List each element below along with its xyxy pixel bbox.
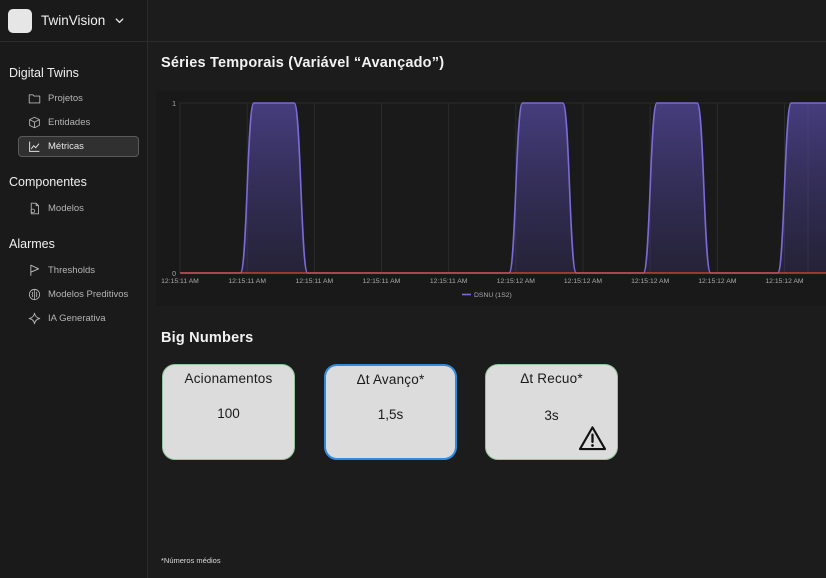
big-number-card-dt-recuo[interactable]: Δt Recuo* 3s xyxy=(485,364,618,460)
big-number-card-acionamentos[interactable]: Acionamentos 100 xyxy=(162,364,295,460)
sidebar-item-label: Projetos xyxy=(48,93,83,104)
model-file-icon xyxy=(30,202,40,215)
app-name: TwinVision xyxy=(41,13,106,28)
big-number-value: 1,5s xyxy=(377,407,404,422)
sidebar: TwinVision Digital Twins Projetos Entida… xyxy=(0,0,148,578)
timeseries-chart[interactable]: 0 1 12:15:11 AM 12:15:11 AM 12:15:11 AM 12:15… xyxy=(156,91,826,306)
top-bar xyxy=(148,0,826,42)
sidebar-item-modelos-preditivos[interactable]: Modelos Preditivos xyxy=(18,284,139,305)
cube-icon xyxy=(29,116,40,129)
workspace-switcher[interactable]: TwinVision xyxy=(0,0,147,42)
big-number-value: 100 xyxy=(217,406,240,421)
y-tick-label: 1 xyxy=(172,101,176,108)
big-number-value: 3s xyxy=(544,408,559,423)
footnote: *Números médios xyxy=(161,556,221,565)
sidebar-item-modelos[interactable]: Modelos xyxy=(18,198,139,219)
x-tick-label: 12:15:11 AM xyxy=(228,278,266,285)
x-tick-label: 12:15:12 AM xyxy=(698,278,737,285)
y-tick-label: 0 xyxy=(172,271,176,278)
folder-icon xyxy=(28,94,41,104)
chevron-down-icon xyxy=(115,18,124,24)
sidebar-item-label: Métricas xyxy=(48,141,84,152)
section-title-alarmes: Alarmes xyxy=(9,237,55,251)
brain-icon xyxy=(28,288,41,301)
x-tick-label: 12:15:11 AM xyxy=(295,278,333,285)
legend-label: DSNU (1S2) xyxy=(474,292,512,299)
sidebar-item-label: Entidades xyxy=(48,117,91,128)
sidebar-item-label: Modelos Preditivos xyxy=(48,289,129,300)
sidebar-item-metricas[interactable]: Métricas xyxy=(18,136,139,157)
big-numbers-title: Big Numbers xyxy=(161,330,254,346)
x-tick-label: 12:15:12 AM xyxy=(564,278,603,285)
chart-svg: 0 1 12:15:11 AM 12:15:11 AM 12:15:11 AM 12:15… xyxy=(161,101,826,299)
big-number-label: Acionamentos xyxy=(184,371,273,386)
x-tick-label: 12:15:11 AM xyxy=(161,278,199,285)
big-number-card-dt-avanco[interactable]: Δt Avanço* 1,5s xyxy=(324,364,457,460)
warning-triangle-icon xyxy=(578,426,607,451)
flag-icon xyxy=(30,264,40,276)
sparkle-icon xyxy=(28,312,41,325)
x-tick-label: 12:15:11 AM xyxy=(363,278,401,285)
x-tick-label: 12:15:12 AM xyxy=(631,278,670,285)
sidebar-item-label: Thresholds xyxy=(48,265,95,276)
app-logo xyxy=(8,8,32,33)
main-content: Séries Temporais (Variável “Avançado”) 0… xyxy=(148,43,826,578)
sidebar-item-thresholds[interactable]: Thresholds xyxy=(18,260,139,281)
sidebar-item-label: Modelos xyxy=(48,203,84,214)
sidebar-item-entidades[interactable]: Entidades xyxy=(18,112,139,133)
sidebar-item-ia-generativa[interactable]: IA Generativa xyxy=(18,308,139,329)
big-number-label: Δt Recuo* xyxy=(520,371,583,386)
x-tick-label: 12:15:11 AM xyxy=(430,278,468,285)
big-number-label: Δt Avanço* xyxy=(356,372,425,387)
sidebar-item-projetos[interactable]: Projetos xyxy=(18,88,139,109)
section-title-digital-twins: Digital Twins xyxy=(9,66,79,80)
x-tick-label: 12:15:12 AM xyxy=(497,278,536,285)
sidebar-item-label: IA Generativa xyxy=(48,313,106,324)
timeseries-title: Séries Temporais (Variável “Avançado”) xyxy=(161,55,445,71)
section-title-componentes: Componentes xyxy=(9,175,87,189)
line-chart-icon xyxy=(29,141,40,152)
x-tick-label: 12:15:12 AM xyxy=(765,278,804,285)
